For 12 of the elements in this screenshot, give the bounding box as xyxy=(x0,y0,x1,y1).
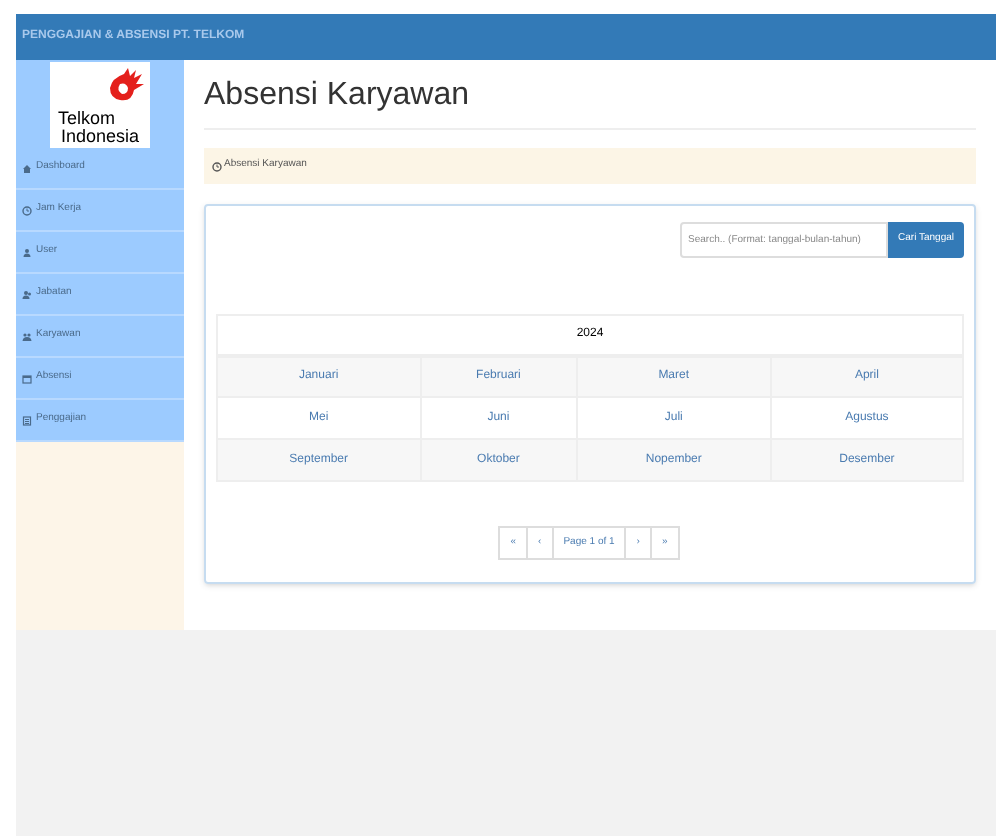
user-icon xyxy=(22,247,32,257)
home-icon xyxy=(22,163,32,173)
logo-text: Indonesia xyxy=(60,127,140,145)
group-icon xyxy=(22,331,32,341)
hand-logo-icon xyxy=(104,67,144,103)
calendar-icon xyxy=(22,373,32,383)
clock-icon xyxy=(212,161,222,171)
clock-icon xyxy=(22,205,32,215)
logo-text: Telkom xyxy=(56,109,116,127)
users-icon xyxy=(22,289,32,299)
list-icon xyxy=(22,415,32,425)
page-title: Absensi Karyawan xyxy=(204,76,470,116)
